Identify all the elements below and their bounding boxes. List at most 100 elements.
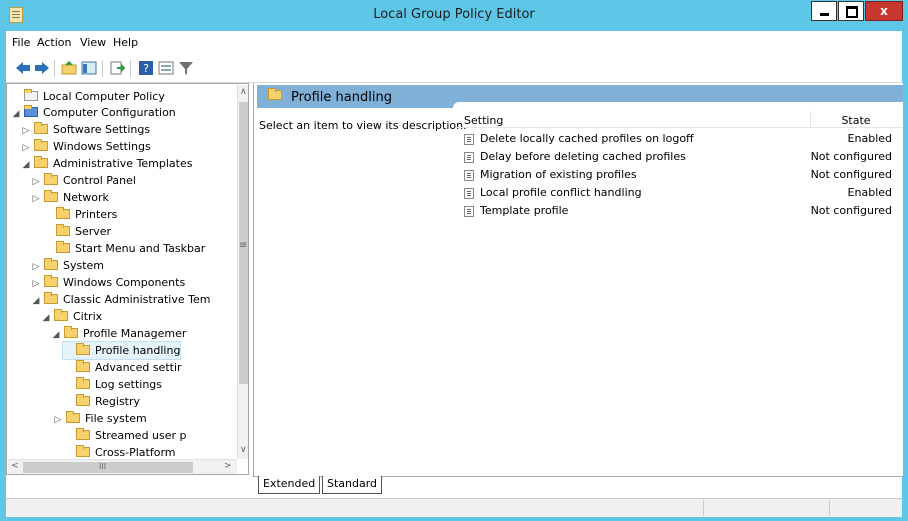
policy-state: Enabled [847,132,892,145]
scroll-up-icon[interactable]: ∧ [240,87,247,97]
back-arrow-icon[interactable] [15,60,31,76]
tree-item[interactable]: Profile handling [61,341,182,360]
title-bar[interactable]: Local Group Policy Editor x [0,0,908,30]
folder-icon [64,326,78,338]
tree-item[interactable]: ▷ File system [53,410,147,427]
export-list-icon[interactable] [109,60,125,76]
toolbar-separator [102,60,103,77]
help-icon[interactable]: ? [138,60,154,76]
menu-action[interactable]: Action [37,36,71,49]
close-button[interactable]: x [865,1,903,21]
folder-icon [76,428,90,440]
policy-state: Not configured [810,168,892,181]
expand-arrow-icon[interactable]: ▷ [31,191,41,208]
forward-arrow-icon[interactable] [34,60,50,76]
window-title: Local Group Policy Editor [373,7,535,22]
tree-item[interactable]: ◢ Computer Configuration [11,104,176,121]
folder-icon [44,173,58,185]
tree-item-label: Classic Administrative Tem [63,293,211,306]
show-hide-tree-icon[interactable] [81,60,97,76]
tree-item[interactable]: Streamed user p [63,427,187,444]
tree-item-label: Software Settings [53,123,151,136]
tree-item[interactable]: Printers [43,206,117,223]
column-setting[interactable]: Setting [464,114,503,127]
filter-icon[interactable] [178,60,194,76]
tree-vertical-scrollbar[interactable]: ∧ ≡ ∨ [237,85,248,459]
maximize-button[interactable] [838,1,864,21]
tree-item-label: Computer Configuration [43,106,176,119]
tree-item-label: File system [85,412,147,425]
tree-horizontal-scrollbar[interactable]: < III > [8,459,237,474]
policy-name: Delete locally cached profiles on logoff [480,132,694,145]
policy-name: Template profile [480,204,569,217]
tree-item[interactable]: ◢ Profile Managemer [51,325,186,342]
tree-item-label: Printers [75,208,118,221]
scroll-left-icon[interactable]: < [11,461,19,471]
tree-item[interactable]: Start Menu and Taskbar [43,240,205,257]
properties-icon[interactable] [158,60,174,76]
folder-icon [44,190,58,202]
collapse-arrow-icon[interactable]: ◢ [41,310,51,327]
up-folder-icon[interactable] [61,60,77,76]
policy-state: Not configured [810,204,892,217]
toolbar-separator [130,60,131,77]
folder-icon [34,156,48,168]
tree-item[interactable]: Advanced settir [63,359,182,376]
minimize-button[interactable] [811,1,837,21]
collapse-arrow-icon[interactable]: ◢ [31,293,41,310]
tree-item[interactable]: Local Computer Policy [11,88,165,105]
folder-icon [76,360,90,372]
folder-icon [54,309,68,321]
folder-icon [34,139,48,151]
tree-item-label: Streamed user p [95,429,187,442]
window: Local Group Policy Editor x File Action … [0,0,908,521]
menu-file[interactable]: File [12,36,30,49]
tree-item-label: System [63,259,105,272]
tree-item-label: Windows Settings [53,140,151,153]
tree-item[interactable]: Log settings [63,376,162,393]
description-text: Select an item to view its description. [259,119,467,132]
column-state[interactable]: State [826,114,886,127]
tree-item[interactable]: ▷ Network [31,189,109,206]
tree-item[interactable]: ◢ Administrative Templates [21,155,193,172]
tree-item-label: Start Menu and Taskbar [75,242,206,255]
menu-help[interactable]: Help [113,36,138,49]
collapse-arrow-icon[interactable]: ◢ [51,327,61,344]
scroll-down-icon[interactable]: ∨ [240,445,247,455]
collapse-arrow-icon[interactable]: ◢ [11,106,21,123]
tree-item[interactable]: ◢ Citrix [41,308,102,325]
scroll-grip-icon: ≡ [239,240,248,251]
tree-item[interactable]: Registry [63,393,140,410]
details-pane: Profile handling Select an item to view … [253,83,903,476]
scroll-right-icon[interactable]: > [224,461,232,471]
toolbar: ? [6,55,902,83]
tree-item[interactable]: ▷ Windows Settings [21,138,151,155]
menu-view[interactable]: View [80,36,106,49]
folder-icon [56,241,70,253]
policy-row[interactable]: Delay before deleting cached profiles Not… [456,148,902,166]
tree-item[interactable]: ▷ Windows Components [31,274,185,291]
scroll-thumb[interactable] [23,462,193,473]
policy-row[interactable]: Template profile Not configured [456,202,902,220]
tree-item[interactable]: ▷ System [31,257,104,274]
collapse-arrow-icon[interactable]: ◢ [21,157,31,174]
tree-item-label: Windows Components [63,276,186,289]
expand-arrow-icon[interactable]: ▷ [53,412,63,429]
tree-item-label: Advanced settir [95,361,182,374]
tree-item[interactable]: ▷ Control Panel [31,172,136,189]
tab-standard[interactable]: Standard [322,476,383,494]
tree-item[interactable]: ▷ Software Settings [21,121,150,138]
tree-item[interactable]: Server [43,223,111,240]
column-divider[interactable] [810,111,811,127]
policy-setting-icon [464,134,474,145]
column-headers: Setting State [456,111,902,128]
tree-item[interactable]: ◢ Classic Administrative Tem [31,291,210,308]
policy-row[interactable]: Local profile conflict handling Enabled [456,184,902,202]
policy-row[interactable]: Migration of existing profiles Not config… [456,166,902,184]
tab-extended[interactable]: Extended [258,476,321,494]
tree-footer [6,476,249,498]
tree-item-label: Administrative Templates [53,157,193,170]
policy-row[interactable]: Delete locally cached profiles on logoff… [456,130,902,148]
console-tree: Local Computer Policy ◢ Computer Configura… [6,83,249,475]
tree-item-label: Server [75,225,112,238]
